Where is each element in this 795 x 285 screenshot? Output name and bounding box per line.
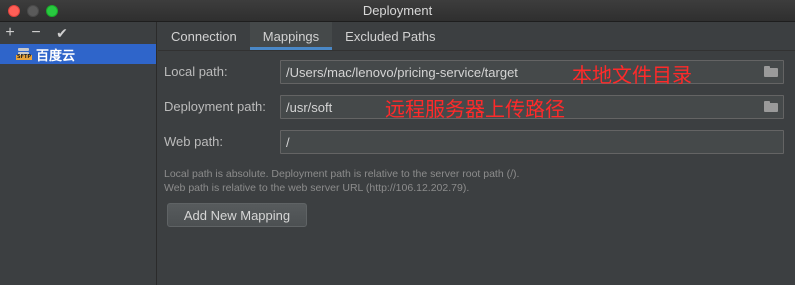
add-server-button[interactable]: +: [4, 23, 16, 43]
server-label: 百度云: [36, 47, 76, 63]
local-path-value: /Users/mac/lenovo/pricing-service/target: [286, 65, 518, 80]
server-toolbar: + − ✔: [0, 22, 156, 44]
sftp-server-icon: SFTP: [16, 48, 33, 60]
title-bar: Deployment: [0, 0, 795, 22]
hint-text-line2: Web path is relative to the web server U…: [164, 182, 470, 194]
tab-mappings[interactable]: Mappings: [249, 22, 333, 50]
tab-divider: [158, 50, 795, 51]
tab-excluded-paths[interactable]: Excluded Paths: [332, 22, 448, 50]
server-list-panel: + − ✔ SFTP 百度云: [0, 22, 157, 285]
sftp-badge: SFTP: [16, 54, 33, 60]
browse-local-path-folder-icon[interactable]: [764, 66, 778, 77]
apply-default-button[interactable]: ✔: [56, 23, 68, 43]
web-path-value: /: [286, 135, 290, 150]
local-path-label: Local path:: [164, 64, 228, 79]
web-path-row: Web path: /: [164, 130, 784, 154]
add-new-mapping-button[interactable]: Add New Mapping: [167, 203, 307, 227]
remove-server-button[interactable]: −: [30, 23, 42, 43]
tab-bar: Connection Mappings Excluded Paths: [158, 22, 795, 50]
server-item[interactable]: SFTP 百度云: [0, 44, 156, 64]
hint-text-line1: Local path is absolute. Deployment path …: [164, 168, 520, 180]
window-title: Deployment: [362, 3, 433, 18]
local-path-field[interactable]: /Users/mac/lenovo/pricing-service/target: [280, 60, 784, 84]
web-path-label: Web path:: [164, 134, 224, 149]
deployment-path-annotation: 远程服务器上传路径: [385, 97, 565, 121]
browse-deployment-path-folder-icon[interactable]: [764, 101, 778, 112]
tab-connection[interactable]: Connection: [158, 22, 250, 50]
local-path-annotation: 本地文件目录: [572, 63, 692, 87]
web-path-field[interactable]: /: [280, 130, 784, 154]
deployment-path-label: Deployment path:: [164, 99, 266, 114]
deployment-path-value: /usr/soft: [286, 100, 333, 115]
